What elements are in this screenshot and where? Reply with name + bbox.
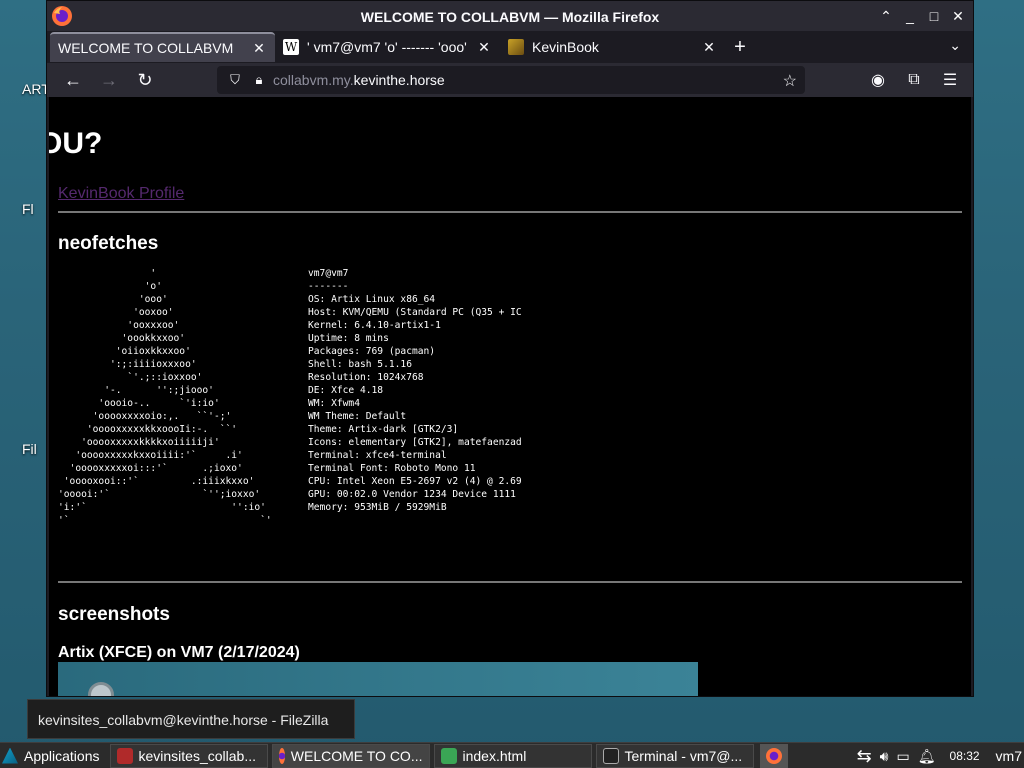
section-heading-screenshots: screenshots <box>58 604 170 625</box>
bookmark-star-icon[interactable]: ☆ <box>783 71 797 91</box>
volume-icon[interactable]: 🔊︎ <box>880 748 889 765</box>
filezilla-icon <box>116 747 133 764</box>
url-bar[interactable]: ⛉ 🔒︎ collabvm.my. kevinthe.horse ☆ <box>217 66 805 94</box>
applications-menu-button[interactable]: Applications <box>0 744 106 768</box>
window-titlebar[interactable]: WELCOME TO COLLABVM — Mozilla Firefox ⌃ … <box>47 1 973 31</box>
neofetch-ascii-logo: ' 'o' 'ooo' 'ooxoo' 'ooxxxoo' 'oookkxxoo… <box>58 268 272 526</box>
desktop-icon-label-fil[interactable]: Fil <box>22 441 37 457</box>
firefox-window: WELCOME TO COLLABVM — Mozilla Firefox ⌃ … <box>46 0 974 697</box>
tab-close-icon[interactable]: ✕ <box>476 39 492 56</box>
task-label: Terminal - vm7@... <box>624 747 743 764</box>
account-icon[interactable]: ◉ <box>865 66 891 94</box>
taskbar-task-firefox[interactable]: WELCOME TO CO... <box>271 743 430 768</box>
neofetch-system-info: vm7@vm7 ------- OS: Artix Linux x86_64 H… <box>308 268 522 513</box>
taskbar-task-editor[interactable]: index.html <box>433 743 592 768</box>
forward-arrow-icon[interactable]: → <box>93 66 125 94</box>
screenshot-caption: Artix (XFCE) on VM7 (2/17/2024) <box>58 644 300 661</box>
notification-bell-icon[interactable]: 🔔︎ <box>918 748 936 765</box>
task-label: index.html <box>462 747 527 764</box>
taskbar: Applications kevinsites_collab... WELCOM… <box>0 742 1024 768</box>
page-content: ou? KevinBook Profile neofetches ' 'o' '… <box>49 97 971 696</box>
taskbar-task-filezilla[interactable]: kevinsites_collab... <box>109 743 268 768</box>
window-title: WELCOME TO COLLABVM — Mozilla Firefox <box>360 9 660 25</box>
kevinbook-profile-link[interactable]: KevinBook Profile <box>58 185 184 203</box>
navigation-toolbar: ← → ↻ ⛉ 🔒︎ collabvm.my. kevinthe.horse ☆ … <box>47 63 973 97</box>
tab-welcome-collabvm[interactable]: WELCOME TO COLLABVM ✕ <box>50 32 275 62</box>
list-all-tabs-chevron-down-icon[interactable]: ⌄ <box>949 37 961 54</box>
tab-vm7-neofetch[interactable]: W ' vm7@vm7 'o' ------- 'ooo' ✕ <box>275 32 500 62</box>
divider <box>58 581 962 583</box>
lock-icon[interactable]: 🔒︎ <box>249 72 269 88</box>
task-label: WELCOME TO CO... <box>290 747 423 764</box>
window-minimize-button[interactable]: _ <box>899 5 921 27</box>
window-shade-button[interactable]: ⌃ <box>875 5 897 27</box>
back-arrow-icon[interactable]: ← <box>57 66 89 94</box>
tab-close-icon[interactable]: ✕ <box>251 40 267 57</box>
url-subdomain: collabvm.my. <box>273 72 354 88</box>
extensions-puzzle-icon[interactable]: ⧉ <box>901 66 927 94</box>
clock[interactable]: 08:32 <box>950 749 980 763</box>
url-domain: kevinthe.horse <box>353 72 445 88</box>
taskbar-task-terminal[interactable]: Terminal - vm7@... <box>595 743 754 768</box>
wikipedia-icon: W <box>283 39 299 55</box>
page-heading-fragment: ou? <box>49 127 103 160</box>
tab-label: WELCOME TO COLLABVM <box>58 40 234 56</box>
window-maximize-button[interactable]: □ <box>923 5 945 27</box>
hamburger-menu-icon[interactable]: ☰ <box>937 66 963 94</box>
desktop-disc-icon <box>88 682 114 696</box>
applications-label: Applications <box>24 747 100 764</box>
desktop-icon-label-fl[interactable]: Fl <box>22 201 34 217</box>
battery-icon[interactable]: ▭ <box>897 748 910 765</box>
new-tab-plus-icon[interactable]: + <box>725 31 755 63</box>
firefox-launcher-icon <box>765 747 782 764</box>
firefox-launcher-button[interactable] <box>759 743 788 768</box>
kevinbook-favicon-icon <box>508 39 524 55</box>
taskbar-tooltip: kevinsites_collabvm@kevinthe.horse - Fil… <box>27 699 355 739</box>
shield-icon[interactable]: ⛉ <box>225 72 245 88</box>
tab-label: KevinBook <box>532 39 599 55</box>
reload-icon[interactable]: ↻ <box>129 66 161 94</box>
tab-kevinbook[interactable]: KevinBook ✕ <box>500 32 725 62</box>
terminal-icon <box>602 747 619 764</box>
artix-logo-icon <box>2 747 18 764</box>
network-transfer-icon[interactable]: ⇆ <box>857 746 872 767</box>
user-label[interactable]: vm7 <box>996 748 1022 764</box>
screenshot-image[interactable] <box>58 662 698 696</box>
window-close-button[interactable]: ✕ <box>947 5 969 27</box>
tab-close-icon[interactable]: ✕ <box>701 39 717 56</box>
tab-label: ' vm7@vm7 'o' ------- 'ooo' <box>307 39 467 55</box>
task-label: kevinsites_collab... <box>138 747 257 764</box>
section-heading-neofetches: neofetches <box>58 233 159 254</box>
divider <box>58 211 962 213</box>
tab-bar: WELCOME TO COLLABVM ✕ W ' vm7@vm7 'o' --… <box>47 31 973 63</box>
text-editor-icon <box>440 747 457 764</box>
firefox-icon <box>278 747 285 764</box>
